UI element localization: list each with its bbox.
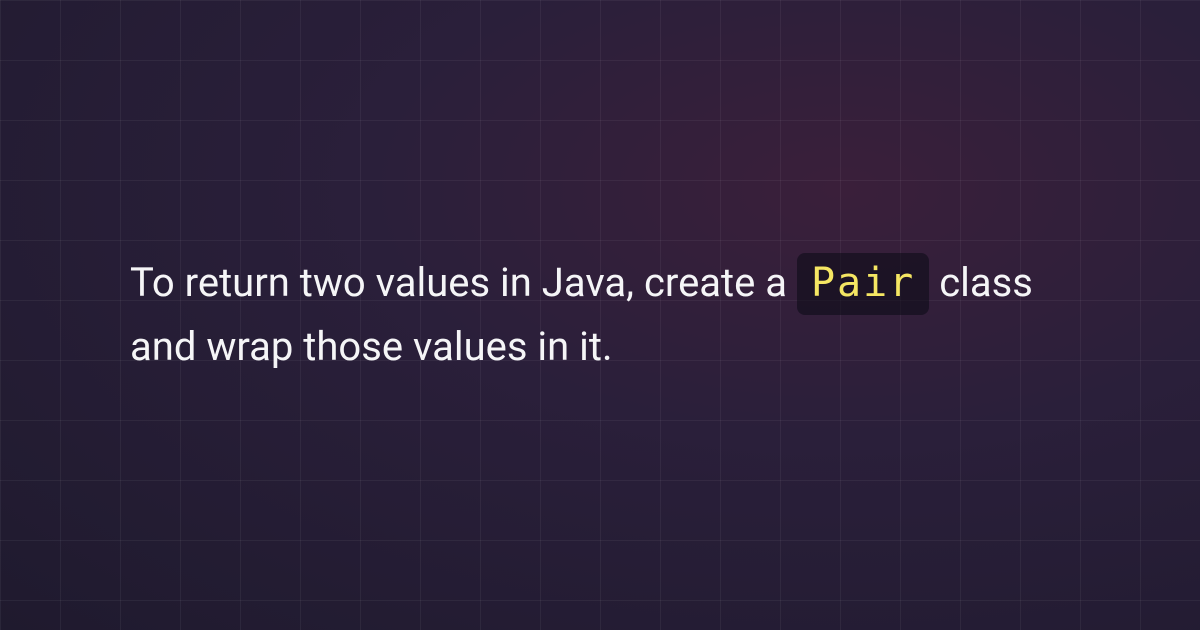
main-text: To return two values in Java, create a P… (130, 251, 1070, 379)
code-chip-pair: Pair (797, 253, 929, 315)
text-before-code: To return two values in Java, create a (130, 259, 797, 306)
